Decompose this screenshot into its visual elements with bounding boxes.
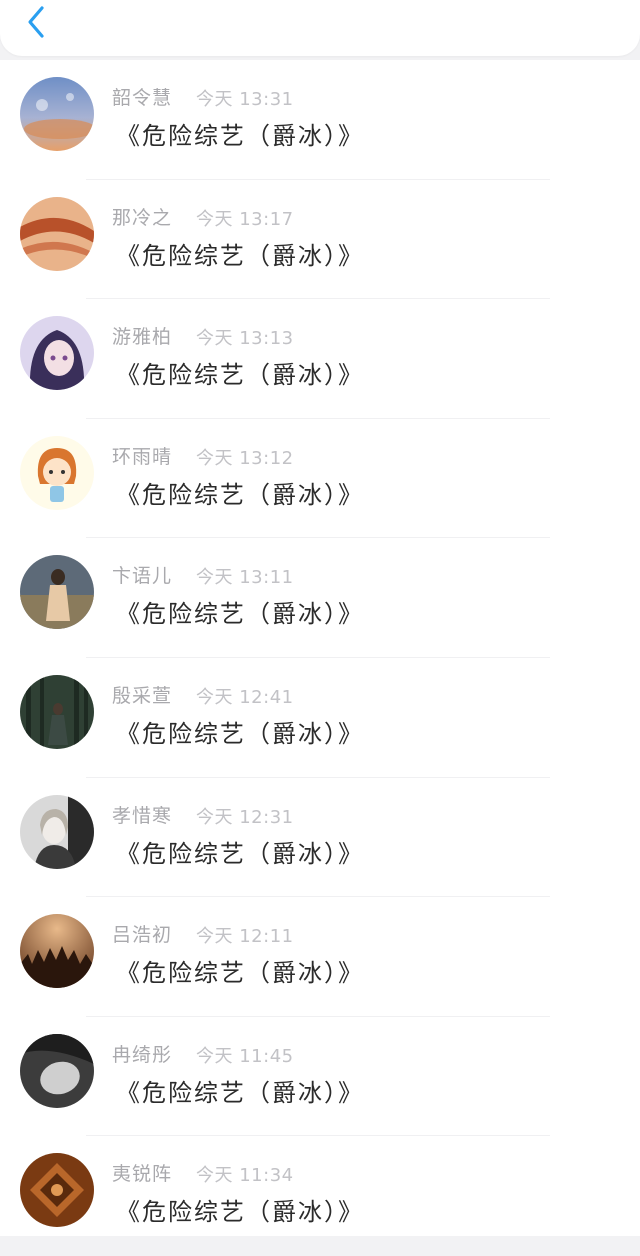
list-item[interactable]: 那冷之 今天 13:17 《危险综艺（爵冰）》 — [0, 180, 640, 300]
message-time: 今天 13:13 — [196, 328, 294, 350]
sender-name: 夷锐阵 — [112, 1163, 173, 1186]
emblem-avatar[interactable] — [20, 1153, 94, 1228]
message-text: 《危险综艺（爵冰）》 — [116, 361, 364, 390]
list-item[interactable]: 韶令慧 今天 13:31 《危险综艺（爵冰）》 — [0, 60, 640, 180]
message-text: 《危险综艺（爵冰）》 — [116, 1078, 364, 1107]
message-text: 《危险综艺（爵冰）》 — [116, 480, 364, 509]
message-text: 《危险综艺（爵冰）》 — [116, 122, 364, 150]
sender-name: 卞语儿 — [112, 565, 173, 588]
sky-sunset-avatar[interactable] — [20, 77, 94, 151]
message-text: 《危险综艺（爵冰）》 — [116, 959, 364, 988]
sender-name: 冉绮彤 — [112, 1043, 173, 1066]
message-text: 《危险综艺（爵冰）》 — [116, 719, 364, 748]
message-time: 今天 11:45 — [196, 1045, 294, 1067]
message-time: 今天 11:34 — [196, 1165, 294, 1187]
message-time: 今天 13:11 — [196, 567, 294, 589]
message-list: 韶令慧 今天 13:31 《危险综艺（爵冰）》 那冷之 今天 13:17 《危险… — [0, 60, 640, 1236]
anime-girl-avatar[interactable] — [20, 316, 94, 391]
message-text: 《危险综艺（爵冰）》 — [116, 241, 364, 270]
message-time: 今天 13:12 — [196, 447, 294, 469]
message-time: 今天 13:17 — [196, 208, 294, 230]
cartoon-girl-avatar[interactable] — [20, 435, 94, 510]
sender-name: 那冷之 — [112, 206, 173, 229]
sender-name: 环雨晴 — [112, 445, 173, 468]
concert-crowd-avatar[interactable] — [20, 914, 94, 989]
chevron-left-icon — [28, 6, 44, 38]
message-time: 今天 12:11 — [196, 926, 294, 948]
woman-bw-avatar[interactable] — [20, 794, 94, 869]
sender-name: 游雅柏 — [112, 326, 173, 349]
list-item[interactable]: 吕浩初 今天 12:11 《危险综艺（爵冰）》 — [0, 897, 640, 1017]
sender-name: 孝惜寒 — [112, 804, 173, 827]
forest-figure-avatar[interactable] — [20, 674, 94, 749]
list-item[interactable]: 游雅柏 今天 13:13 《危险综艺（爵冰）》 — [0, 299, 640, 419]
list-item[interactable]: 冉绮彤 今天 11:45 《危险综艺（爵冰）》 — [0, 1017, 640, 1137]
list-item[interactable]: 环雨晴 今天 13:12 《危险综艺（爵冰）》 — [0, 419, 640, 539]
woman-field-avatar[interactable] — [20, 555, 94, 630]
list-item[interactable]: 殷采萱 今天 12:41 《危险综艺（爵冰）》 — [0, 658, 640, 778]
abstract-orange-avatar[interactable] — [20, 196, 94, 271]
list-item[interactable]: 卞语儿 今天 13:11 《危险综艺（爵冰）》 — [0, 538, 640, 658]
face-bw-avatar[interactable] — [20, 1033, 94, 1108]
message-text: 《危险综艺（爵冰）》 — [116, 1198, 364, 1227]
back-button[interactable] — [20, 4, 52, 40]
message-time: 今天 12:41 — [196, 686, 294, 708]
message-time: 今天 12:31 — [196, 806, 294, 828]
list-item[interactable]: 孝惜寒 今天 12:31 《危险综艺（爵冰）》 — [0, 778, 640, 898]
message-text: 《危险综艺（爵冰）》 — [116, 600, 364, 629]
list-item[interactable]: 夷锐阵 今天 11:34 《危险综艺（爵冰）》 — [0, 1136, 640, 1256]
sender-name: 殷采萱 — [112, 684, 173, 707]
sender-name: 吕浩初 — [112, 924, 173, 947]
message-time: 今天 13:31 — [196, 89, 294, 110]
message-text: 《危险综艺（爵冰）》 — [116, 839, 364, 868]
sender-name: 韶令慧 — [112, 87, 173, 109]
top-bar — [0, 0, 640, 56]
